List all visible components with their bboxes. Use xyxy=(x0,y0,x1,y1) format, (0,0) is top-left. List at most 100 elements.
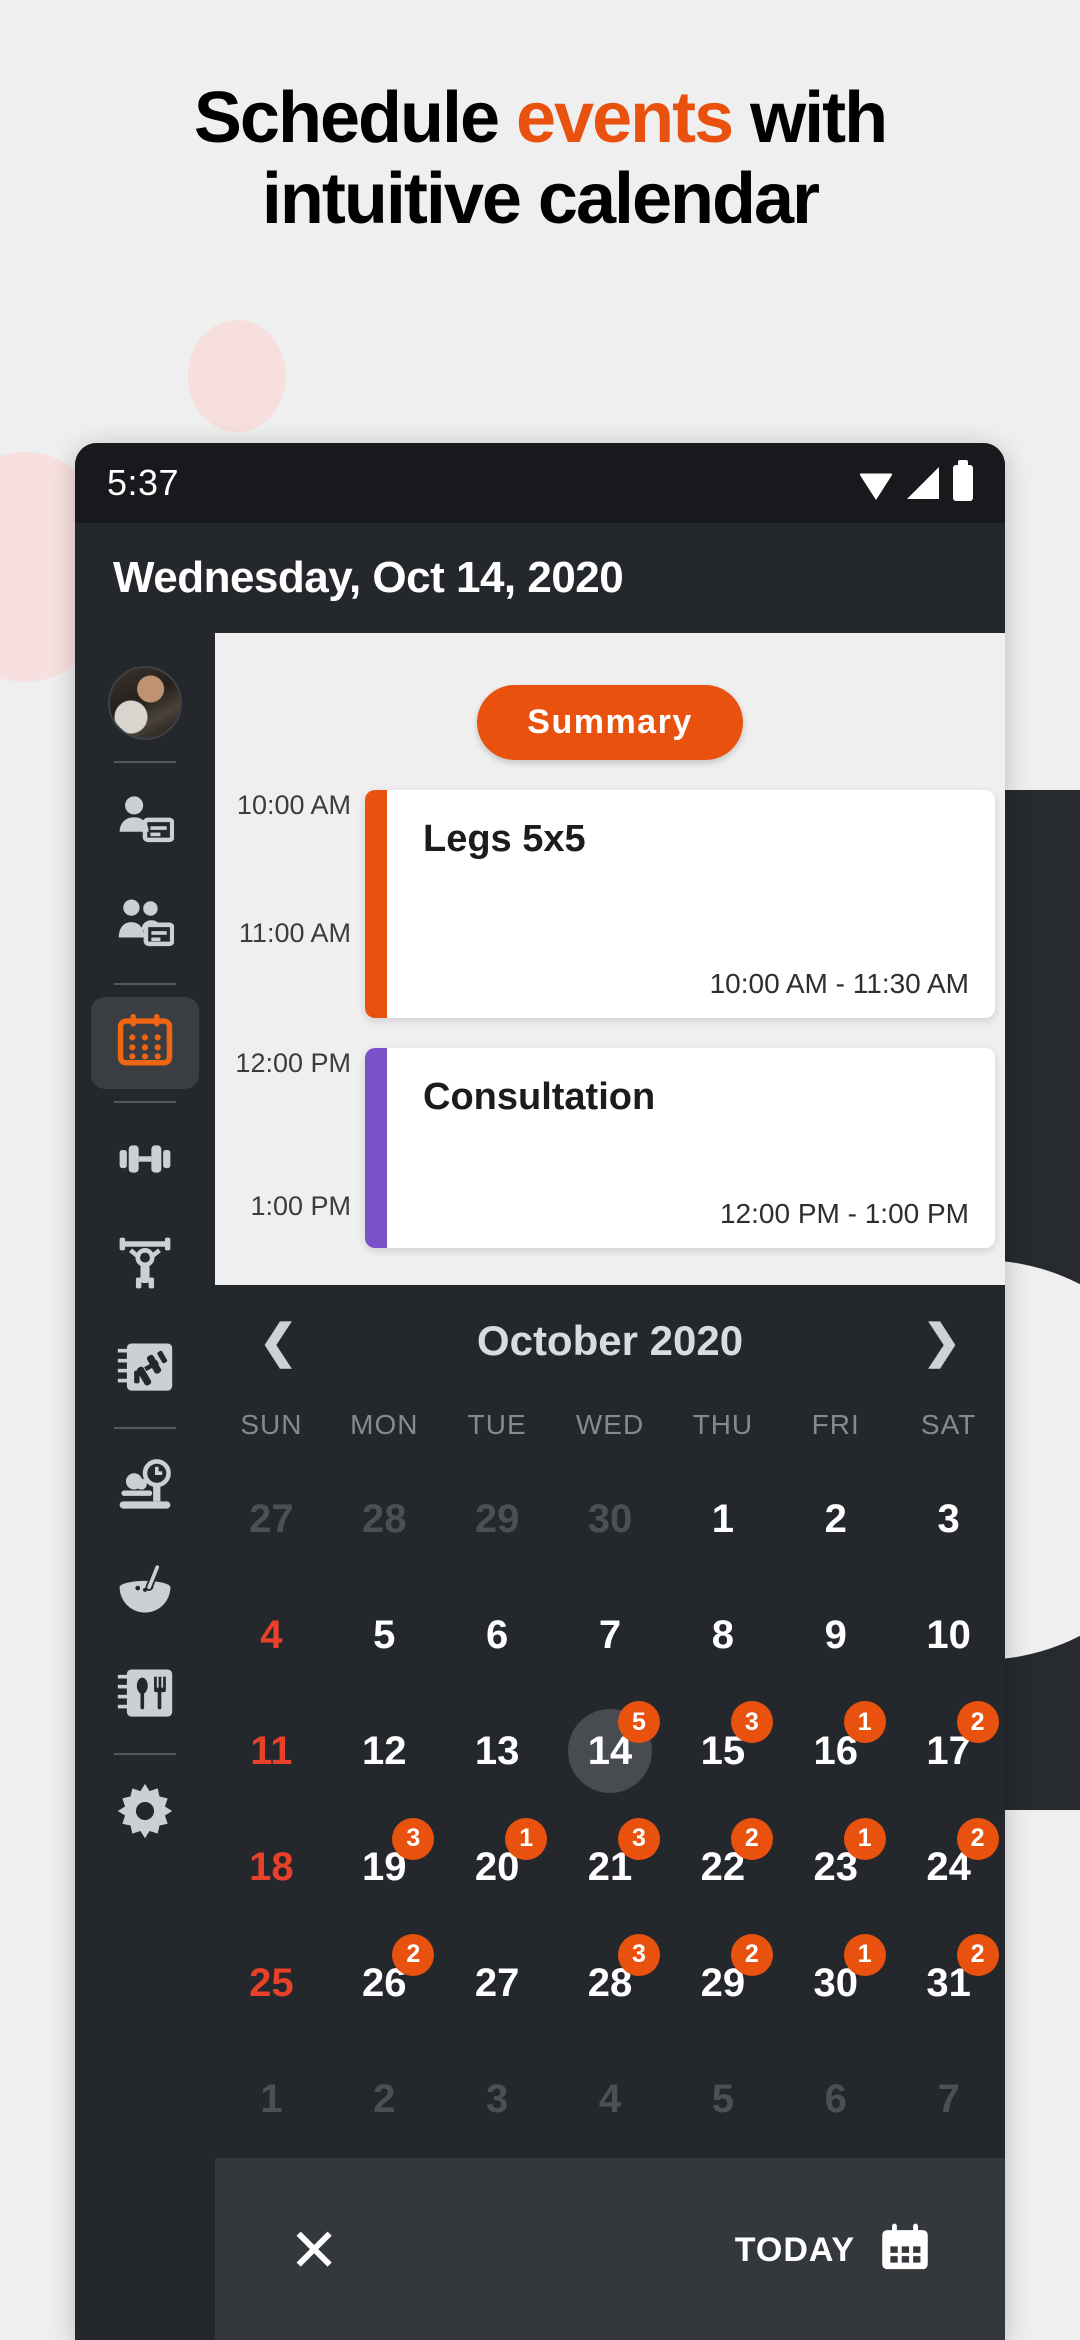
calendar-day-cell[interactable]: 27 xyxy=(215,1461,328,1577)
sidebar-divider xyxy=(114,1753,176,1755)
calendar-day-number: 9 xyxy=(824,1612,847,1657)
calendar-day-number: 3 xyxy=(486,2077,509,2122)
weekday-label: MON xyxy=(350,1409,419,1440)
sidebar-item-exercises[interactable] xyxy=(91,1115,199,1207)
calendar-day-cell[interactable]: 19 3 xyxy=(328,1810,441,1926)
calendar-day-number: 11 xyxy=(250,1728,293,1773)
calendar-week-row: 27 28 29 30 1 2 3 xyxy=(215,1461,1005,1577)
close-icon[interactable]: ✕ xyxy=(289,2220,339,2281)
calendar-week-row: 11 12 13 14 5 15 3 16 1 17 2 xyxy=(215,1693,1005,1809)
event-count-badge: 2 xyxy=(956,1701,999,1744)
calendar-day-number: 4 xyxy=(260,1612,283,1657)
headline-accent: events xyxy=(516,78,734,158)
client-card-icon xyxy=(116,790,175,853)
calendar-day-cell[interactable]: 12 xyxy=(328,1693,441,1809)
sidebar-item-meal-plans[interactable] xyxy=(91,1649,199,1741)
workout-plan-icon xyxy=(116,1338,174,1401)
status-bar: 5:37 xyxy=(75,443,1005,523)
calendar-day-cell[interactable]: 8 xyxy=(666,1577,779,1693)
calendar-day-number: 30 xyxy=(587,1496,633,1541)
sidebar-item-workout-plans[interactable] xyxy=(91,1323,199,1415)
calendar-day-cell[interactable]: 3 xyxy=(892,1461,1005,1577)
calendar-day-number: 10 xyxy=(926,1612,971,1657)
today-button[interactable]: TODAY xyxy=(735,2222,931,2279)
calendar-day-cell[interactable]: 29 2 xyxy=(666,1926,779,2042)
calendar-day-cell[interactable]: 6 xyxy=(779,2042,892,2158)
event-count-badge: 3 xyxy=(618,1817,660,1860)
today-label: TODAY xyxy=(734,2231,855,2269)
calendar-day-cell[interactable]: 11 xyxy=(215,1693,328,1809)
event-color-bar xyxy=(365,1048,387,1248)
chevron-right-icon[interactable]: ❯ xyxy=(922,1318,961,1364)
sidebar-item-groups[interactable] xyxy=(91,879,199,971)
calendar-day-cell[interactable]: 30 xyxy=(554,1461,667,1577)
calendar-day-cell[interactable]: 2 xyxy=(328,2042,441,2158)
calendar-day-cell[interactable]: 4 xyxy=(215,1577,328,1693)
sidebar-item-recipes[interactable] xyxy=(91,1545,199,1637)
calendar-day-cell[interactable]: 26 2 xyxy=(328,1926,441,2042)
status-icons xyxy=(859,460,973,501)
calendar-day-cell[interactable]: 20 1 xyxy=(441,1810,554,1926)
calendar-day-cell[interactable]: 31 2 xyxy=(892,1926,1005,2042)
sidebar-item-settings[interactable] xyxy=(91,1767,199,1859)
calendar-day-cell[interactable]: 22 2 xyxy=(666,1810,779,1926)
calendar-day-cell[interactable]: 10 xyxy=(892,1577,1005,1693)
event-card[interactable]: Legs 5x5 10:00 AM - 11:30 AM xyxy=(365,790,995,1018)
calendar-month-label: October 2020 xyxy=(476,1317,744,1364)
summary-button[interactable]: Summary xyxy=(477,685,743,760)
calendar-day-cell[interactable]: 28 3 xyxy=(554,1926,667,2042)
event-count-badge: 1 xyxy=(843,1701,886,1744)
sidebar-item-avatar[interactable] xyxy=(91,657,199,749)
calendar-day-cell[interactable]: 25 xyxy=(215,1926,328,2042)
sidebar-item-calendar[interactable] xyxy=(91,997,199,1089)
calendar-day-cell[interactable]: 18 xyxy=(215,1810,328,1926)
calendar-day-number: 6 xyxy=(824,2077,847,2122)
selected-date-title: Wednesday, Oct 14, 2020 xyxy=(113,553,624,602)
event-card[interactable]: Consultation 12:00 PM - 1:00 PM xyxy=(365,1048,995,1248)
calendar-day-cell[interactable]: 30 1 xyxy=(779,1926,892,2042)
calendar-day-cell[interactable]: 17 2 xyxy=(892,1693,1005,1809)
calendar-day-cell[interactable]: 6 xyxy=(441,1577,554,1693)
phone-mockup: 5:37 Wednesday, Oct 14, 2020 Summary 10:… xyxy=(75,443,1005,2340)
calendar-day-cell[interactable]: 27 xyxy=(441,1926,554,2042)
sidebar-item-client[interactable] xyxy=(91,775,199,867)
event-time-range: 10:00 AM - 11:30 AM xyxy=(709,968,969,999)
weekday-label: TUE xyxy=(467,1409,527,1440)
calendar-day-cell[interactable]: 3 xyxy=(441,2042,554,2158)
calendar-weekday-row: SUN MON TUE WED THU FRI SAT xyxy=(215,1397,1005,1461)
calendar-day-cell[interactable]: 2 xyxy=(779,1461,892,1577)
calendar-day-cell[interactable]: 24 2 xyxy=(892,1810,1005,1926)
calendar-day-cell[interactable]: 15 3 xyxy=(666,1693,779,1809)
sidebar-item-nutrition[interactable] xyxy=(91,1441,199,1533)
calendar-day-cell[interactable]: 1 xyxy=(215,2042,328,2158)
calendar-day-cell[interactable]: 7 xyxy=(554,1577,667,1693)
meal-plan-icon xyxy=(116,1664,174,1727)
calendar-day-cell[interactable]: 21 3 xyxy=(554,1810,667,1926)
event-count-badge: 3 xyxy=(618,1933,660,1976)
calendar-day-cell[interactable]: 5 xyxy=(328,1577,441,1693)
sidebar-item-workouts[interactable] xyxy=(91,1219,199,1311)
time-axis: 10:00 AM 11:00 AM xyxy=(215,790,365,1018)
calendar-day-cell[interactable]: 14 5 xyxy=(554,1693,667,1809)
event-count-badge: 5 xyxy=(618,1701,660,1744)
chevron-left-icon[interactable]: ❮ xyxy=(259,1318,298,1364)
weekday-label: THU xyxy=(692,1409,754,1440)
calendar-day-number: 25 xyxy=(249,1961,294,2006)
calendar-day-cell[interactable]: 5 xyxy=(666,2042,779,2158)
time-label: 1:00 PM xyxy=(250,1191,351,1221)
calendar-day-number: 6 xyxy=(486,1612,509,1657)
event-title: Legs 5x5 xyxy=(423,818,586,860)
calendar-day-number: 4 xyxy=(598,2077,622,2122)
calendar-day-cell[interactable]: 9 xyxy=(779,1577,892,1693)
event-count-badge: 1 xyxy=(505,1817,548,1860)
calendar-day-cell[interactable]: 28 xyxy=(328,1461,441,1577)
calendar-day-cell[interactable]: 23 1 xyxy=(779,1810,892,1926)
calendar-day-cell[interactable]: 1 xyxy=(666,1461,779,1577)
calendar-header: ❮ October 2020 ❯ xyxy=(215,1285,1005,1397)
headline-part-1: Schedule xyxy=(193,78,516,158)
calendar-day-cell[interactable]: 7 xyxy=(892,2042,1005,2158)
calendar-day-cell[interactable]: 4 xyxy=(554,2042,667,2158)
calendar-day-cell[interactable]: 16 1 xyxy=(779,1693,892,1809)
calendar-day-cell[interactable]: 13 xyxy=(441,1693,554,1809)
calendar-day-cell[interactable]: 29 xyxy=(441,1461,554,1577)
